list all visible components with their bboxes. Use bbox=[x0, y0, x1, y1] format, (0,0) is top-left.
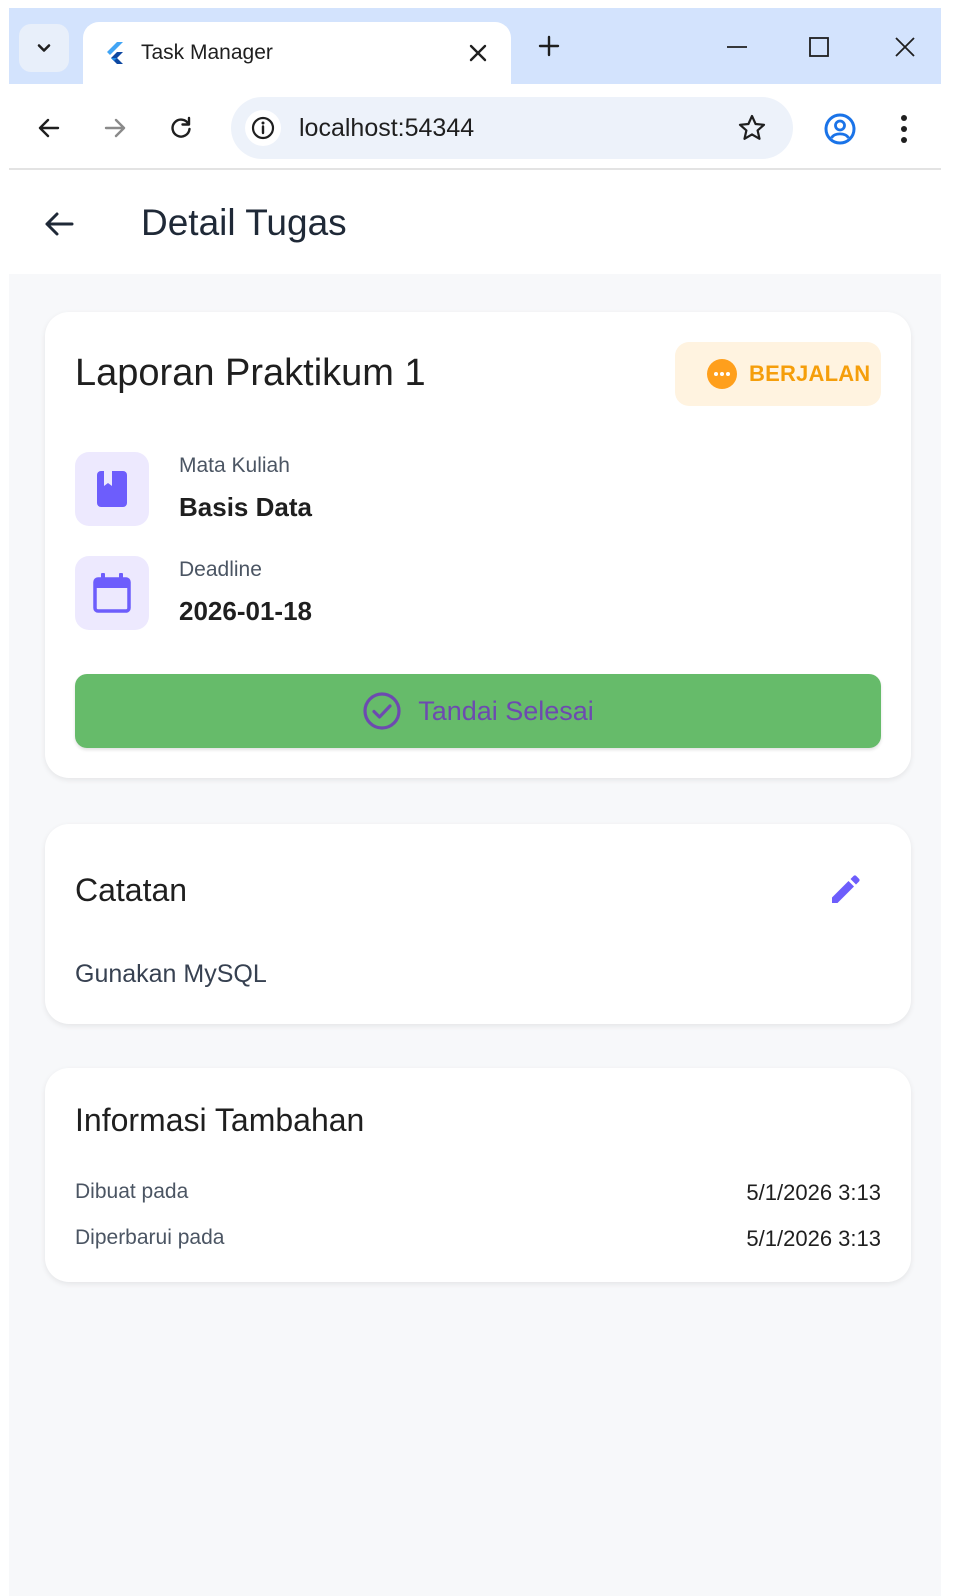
browser-menu-button[interactable] bbox=[889, 110, 919, 148]
tab-search-button[interactable] bbox=[19, 24, 69, 72]
task-title: Laporan Praktikum 1 bbox=[75, 352, 426, 394]
more-horiz-icon bbox=[707, 359, 737, 389]
check-circle-icon bbox=[363, 692, 401, 730]
status-badge: BERJALAN bbox=[675, 342, 881, 406]
mark-done-label: Tandai Selesai bbox=[418, 695, 594, 726]
url-text: localhost:54344 bbox=[299, 114, 475, 142]
course-label: Mata Kuliah bbox=[179, 454, 290, 477]
notes-card: Catatan Gunakan MySQL bbox=[45, 824, 911, 1024]
updated-row: Diperbarui pada 5/1/2026 3:13 bbox=[75, 1226, 881, 1256]
site-info-button[interactable] bbox=[245, 110, 281, 146]
page-title: Detail Tugas bbox=[141, 202, 347, 243]
new-tab-button[interactable] bbox=[533, 30, 565, 62]
calendar-icon bbox=[75, 556, 149, 630]
browser-toolbar: localhost:54344 bbox=[9, 84, 941, 170]
close-window-button[interactable] bbox=[887, 30, 923, 64]
arrow-left-icon bbox=[38, 118, 60, 138]
browser-window: Task Manager localhost:54344 Detail Tuga… bbox=[9, 8, 941, 1596]
account-icon bbox=[824, 113, 856, 145]
mark-done-button[interactable]: Tandai Selesai bbox=[75, 674, 881, 748]
bookmark-button[interactable] bbox=[735, 111, 769, 145]
browser-back-button[interactable] bbox=[29, 108, 69, 148]
maximize-icon bbox=[809, 37, 829, 57]
status-text: BERJALAN bbox=[749, 361, 871, 386]
reload-icon bbox=[171, 116, 191, 138]
app-bar: Detail Tugas bbox=[9, 172, 941, 274]
notes-text: Gunakan MySQL bbox=[75, 960, 267, 988]
deadline-row: Deadline 2026-01-18 bbox=[75, 556, 675, 632]
deadline-value: 2026-01-18 bbox=[179, 596, 312, 626]
arrow-right-icon bbox=[104, 118, 126, 138]
course-value: Basis Data bbox=[179, 492, 312, 522]
created-row: Dibuat pada 5/1/2026 3:13 bbox=[75, 1180, 881, 1210]
tab-close-button[interactable] bbox=[463, 38, 493, 68]
created-value: 5/1/2026 3:13 bbox=[746, 1180, 881, 1205]
profile-button[interactable] bbox=[821, 110, 859, 148]
info-title: Informasi Tambahan bbox=[75, 1102, 365, 1138]
page-content: Laporan Praktikum 1 BERJALAN Mata Kuliah… bbox=[9, 274, 941, 1596]
flutter-icon bbox=[103, 41, 127, 65]
info-icon bbox=[251, 116, 275, 140]
reload-button[interactable] bbox=[161, 108, 201, 148]
pencil-icon bbox=[832, 875, 860, 903]
book-icon bbox=[75, 452, 149, 526]
browser-titlebar: Task Manager bbox=[9, 8, 941, 84]
edit-notes-button[interactable] bbox=[825, 868, 867, 910]
back-button[interactable] bbox=[37, 202, 81, 246]
address-bar[interactable]: localhost:54344 bbox=[231, 97, 793, 159]
created-label: Dibuat pada bbox=[75, 1180, 189, 1203]
course-row: Mata Kuliah Basis Data bbox=[75, 452, 675, 528]
more-vert-icon bbox=[901, 115, 907, 143]
additional-info-card: Informasi Tambahan Dibuat pada 5/1/2026 … bbox=[45, 1068, 911, 1282]
minimize-button[interactable] bbox=[719, 30, 755, 64]
updated-label: Diperbarui pada bbox=[75, 1226, 225, 1249]
star-icon bbox=[738, 114, 766, 140]
arrow-left-icon bbox=[45, 212, 74, 236]
deadline-label: Deadline bbox=[179, 558, 262, 581]
close-icon bbox=[895, 37, 915, 57]
plus-icon bbox=[538, 35, 560, 57]
close-icon bbox=[469, 44, 487, 62]
browser-tab-active[interactable]: Task Manager bbox=[83, 22, 511, 84]
notes-title: Catatan bbox=[75, 872, 188, 908]
minimize-icon bbox=[727, 46, 747, 48]
maximize-button[interactable] bbox=[801, 30, 837, 64]
updated-value: 5/1/2026 3:13 bbox=[746, 1226, 881, 1251]
browser-forward-button[interactable] bbox=[95, 108, 135, 148]
tab-title: Task Manager bbox=[141, 41, 273, 64]
task-card: Laporan Praktikum 1 BERJALAN Mata Kuliah… bbox=[45, 312, 911, 778]
chevron-down-icon bbox=[37, 44, 51, 52]
